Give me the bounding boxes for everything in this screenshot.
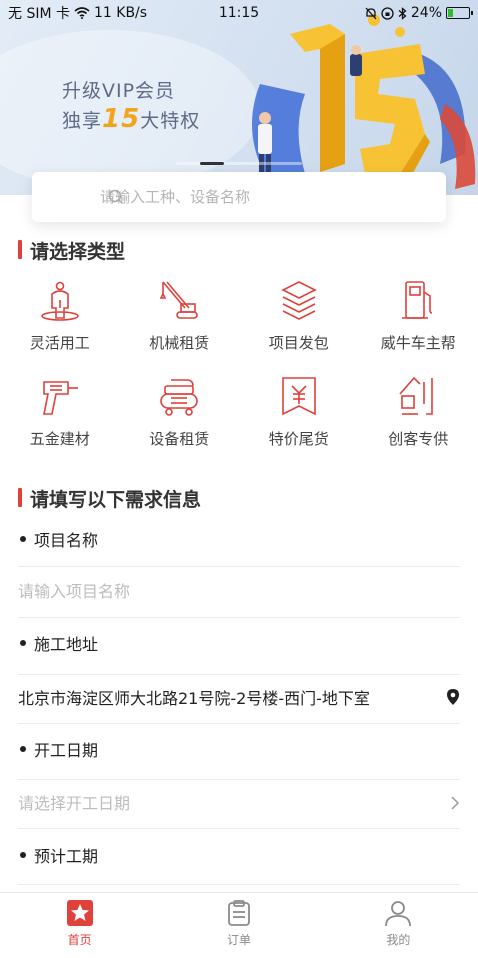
project-name-input[interactable] [18,581,418,601]
status-right: 24% [365,5,473,21]
divider [18,566,460,567]
form-section-title: 请填写以下需求信息 [18,485,201,512]
address-value: 北京市海淀区师大北路21号院-2号楼-西门-地下室 [18,689,370,708]
bottom-tab-bar: 首页 订单 我的 [0,892,478,958]
tab-label: 我的 [386,933,411,947]
battery-fill [448,9,453,17]
start-date-input[interactable] [18,793,418,813]
category-grid: 灵活用工 机械租赁 项目发包 威牛车主帮 五金建材 设备租赁 特价尾货 创客专供 [0,274,478,454]
banner-headline: 升级VIP会员 [62,80,176,102]
bullet-dot [20,640,26,646]
address-label-row: 施工地址 [18,632,460,654]
status-bar: 无 SIM 卡 11 KB/s 11:15 24% [0,0,478,26]
tab-orders[interactable]: 订单 [159,893,318,958]
banner-pagination [176,162,302,165]
drill-icon [42,381,78,415]
vip-15-illustration [252,14,476,189]
tab-home[interactable]: 首页 [0,893,159,958]
search-icon [108,189,123,204]
category-item-maker-supply[interactable]: 创客专供 [359,370,478,454]
promo-banner[interactable]: 升级VIP会员 独享15大特权 [0,0,478,195]
air-compressor-icon [160,379,199,416]
category-item-equipment-rental[interactable]: 设备租赁 [120,370,240,454]
battery-icon [446,7,473,19]
category-label: 设备租赁 [149,430,210,448]
divider [18,779,460,780]
category-item-flexible-labor[interactable]: 灵活用工 [0,274,120,358]
crane-icon [159,281,199,319]
category-label: 机械租赁 [149,334,210,352]
project-name-label: 项目名称 [34,531,99,550]
rotation-lock-icon [381,6,394,20]
category-label: 五金建材 [29,430,90,448]
start-date-label: 开工日期 [34,741,99,760]
divider [18,884,460,885]
category-label: 灵活用工 [29,334,90,352]
home-star-icon [66,900,93,926]
layers-icon [280,281,317,320]
address-label: 施工地址 [34,635,99,654]
maker-icon [399,376,434,415]
banner-pagination-active [200,162,224,165]
user-icon [385,901,412,927]
project-name-label-row: 项目名称 [18,528,460,550]
duration-label-row: 预计工期 [18,844,460,866]
battery-percent-text: 24% [410,5,442,21]
tab-label: 首页 [67,933,92,947]
category-label: 创客专供 [388,430,449,448]
wifi-icon [74,7,90,19]
bullet-dot [20,746,26,752]
divider [18,723,460,724]
price-tag-icon [281,377,316,416]
category-item-hardware-materials[interactable]: 五金建材 [0,370,120,454]
address-row[interactable]: 北京市海淀区师大北路21号院-2号楼-西门-地下室 [18,685,460,709]
duration-label: 预计工期 [34,847,99,866]
category-label: 特价尾货 [268,430,329,448]
bullet-dot [20,852,26,858]
category-label: 项目发包 [268,334,329,352]
tab-profile[interactable]: 我的 [319,893,478,958]
banner-subline: 独享15大特权 [62,104,201,134]
network-speed-text: 11 KB/s [94,5,148,21]
mute-bell-icon [365,7,377,19]
category-item-machinery-rental[interactable]: 机械租赁 [120,274,240,358]
bullet-dot [20,536,26,542]
category-section-title: 请选择类型 [18,237,125,264]
category-label: 威牛车主帮 [380,334,456,352]
divider [18,617,460,618]
clipboard-icon [228,900,250,926]
chevron-right-icon [451,796,460,810]
carrier-text: 无 SIM 卡 [8,6,70,22]
search-input[interactable] [100,188,430,206]
location-pin-icon[interactable] [446,688,460,706]
status-left: 无 SIM 卡 11 KB/s [8,3,147,23]
category-item-project-contracting[interactable]: 项目发包 [239,274,359,358]
fuel-pump-icon [402,281,433,319]
category-item-clearance[interactable]: 特价尾货 [239,370,359,454]
tab-label: 订单 [226,933,251,947]
bluetooth-icon [398,6,407,20]
worker-icon [40,281,79,321]
category-item-car-owner-help[interactable]: 威牛车主帮 [359,274,478,358]
divider [18,828,460,829]
divider [18,674,460,675]
search-bar[interactable] [32,172,446,222]
start-date-label-row: 开工日期 [18,738,460,760]
project-name-row[interactable] [18,580,460,602]
start-date-row[interactable] [18,791,460,815]
